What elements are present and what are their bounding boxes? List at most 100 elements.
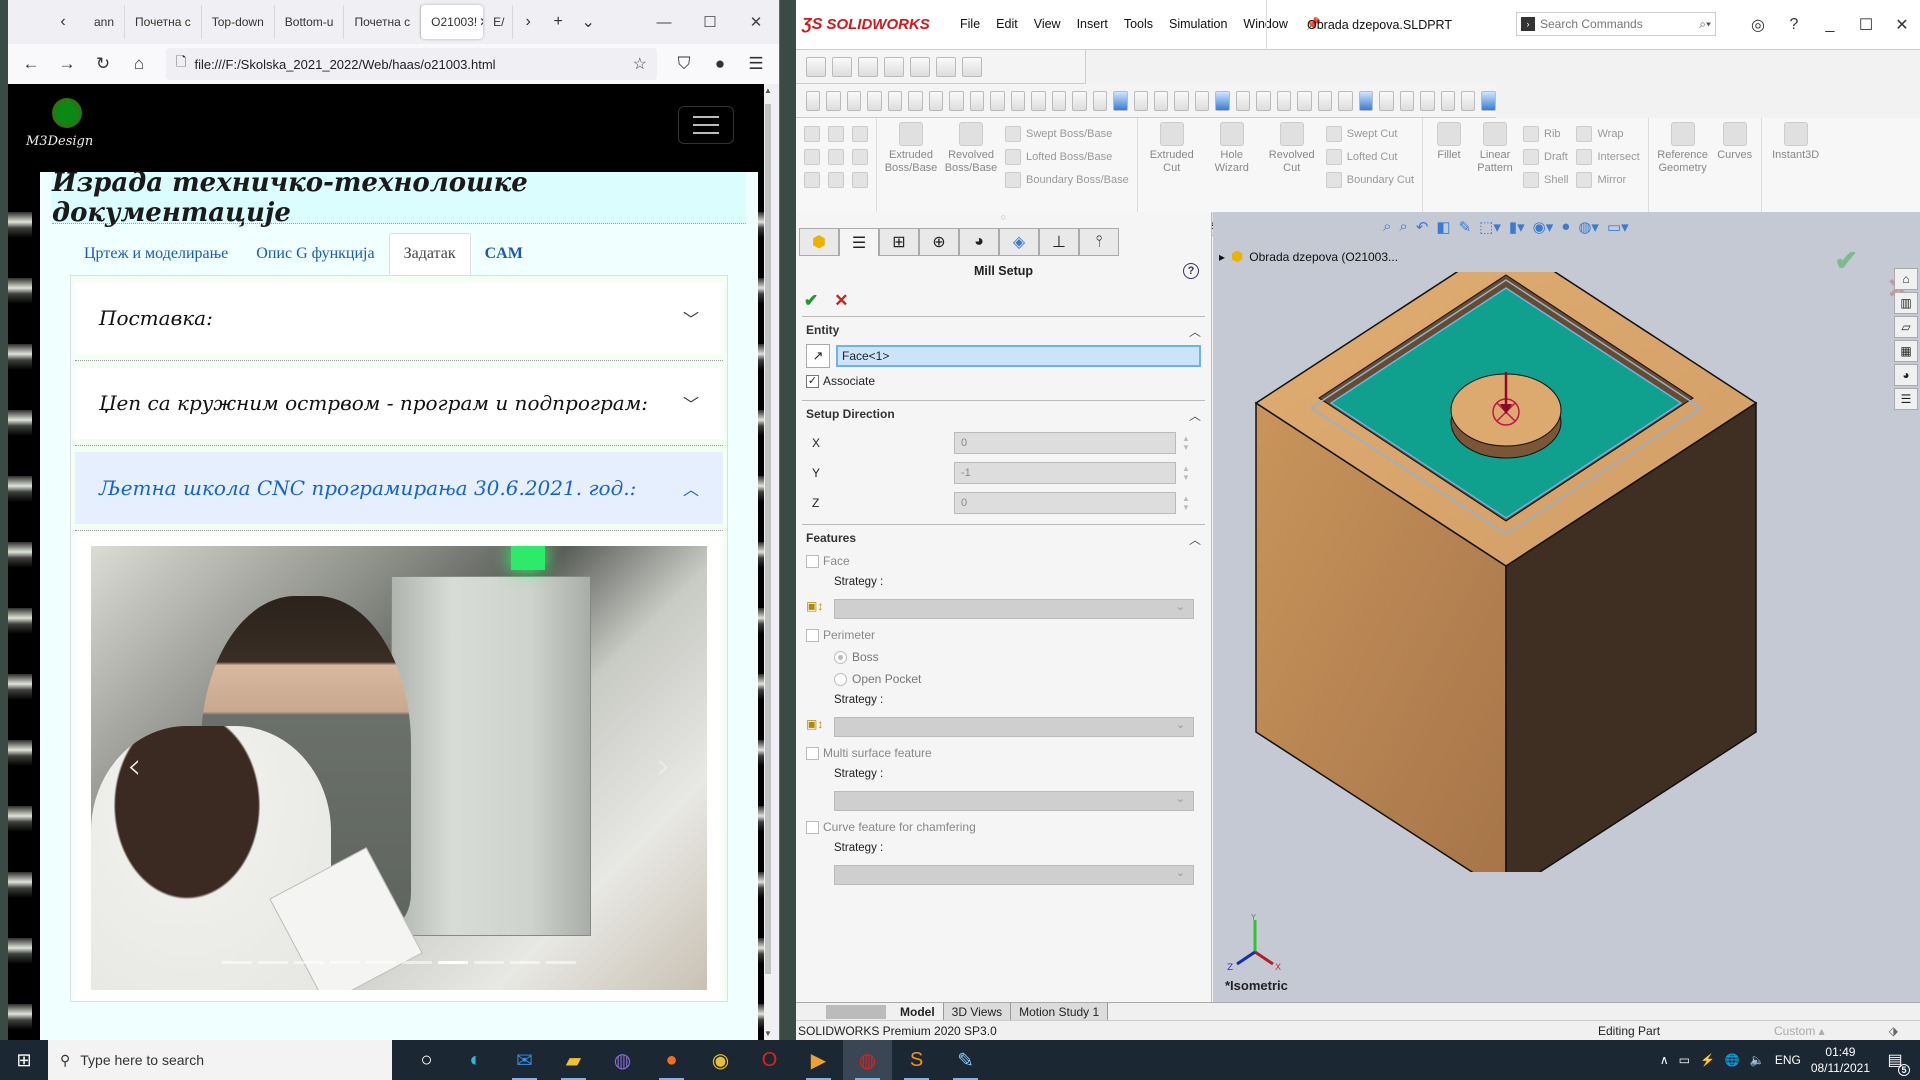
close-icon[interactable]: ✕ [733, 0, 779, 44]
minimize-icon[interactable]: — [641, 0, 687, 44]
menu-insert[interactable]: Insert [1069, 17, 1116, 32]
battery-icon[interactable]: ⚡ [1700, 1053, 1715, 1067]
tabs-scroll-right-icon[interactable]: › [513, 7, 543, 37]
scroll-down-icon[interactable]: ▼ [764, 1029, 772, 1038]
carousel-indicator[interactable] [402, 961, 432, 964]
list-tabs-icon[interactable]: ⌄ [573, 7, 603, 37]
home-icon[interactable]: ⌂ [124, 49, 154, 79]
carousel-prev-button[interactable]: ‹ [127, 746, 141, 787]
rebuild-icon[interactable] [828, 149, 844, 165]
curves-button[interactable]: Curves [1717, 122, 1753, 162]
revolved-boss-button[interactable]: Revolved Boss/Base [945, 122, 997, 175]
checkbox-checked[interactable]: ✓ [806, 374, 819, 388]
cam-toolbar-button-icon[interactable] [1235, 90, 1251, 111]
save-icon[interactable] [828, 126, 844, 142]
design-library-icon[interactable]: ▥ [1894, 292, 1918, 314]
fillet-button[interactable]: Fillet [1431, 122, 1467, 162]
perimeter-checkbox[interactable]: Perimeter [806, 628, 1201, 642]
hole-wizard-button[interactable]: Hole Wizard [1206, 122, 1258, 175]
carousel-next-button[interactable]: › [657, 746, 671, 787]
units-selector[interactable]: Custom ▴ [1774, 1024, 1825, 1038]
url-bar[interactable]: 🗋 file:///F:/Skolska_2021_2022/Web/haas/… [166, 48, 657, 80]
spinner-icon[interactable]: ▲ ▼ [1182, 434, 1190, 452]
draft-button[interactable]: Draft [1523, 149, 1568, 165]
user-icon[interactable]: ◎ [1740, 15, 1776, 35]
carousel-indicator[interactable] [546, 961, 576, 964]
tab-task[interactable]: Задатак [388, 233, 471, 275]
network-icon[interactable]: 🌐 [1725, 1053, 1740, 1067]
reload-icon[interactable]: ↻ [88, 49, 118, 79]
undo-icon[interactable] [962, 56, 982, 77]
radio-selected[interactable] [834, 650, 847, 664]
open-pocket-radio[interactable]: Open Pocket [806, 672, 1201, 686]
cam-toolbar-button-icon[interactable] [1133, 90, 1148, 111]
face-strategy-dropdown[interactable] [834, 599, 1194, 619]
extruded-cut-button[interactable]: Extruded Cut [1146, 122, 1198, 175]
close-icon[interactable]: ✕ [1884, 15, 1920, 35]
cam-toolbar-button-icon[interactable] [1256, 90, 1271, 111]
hide-show-icon[interactable]: ◉▾ [1533, 218, 1554, 236]
carousel-indicator[interactable] [330, 961, 360, 964]
browser-tab[interactable]: Bottom-u [275, 5, 345, 39]
back-icon[interactable]: ← [16, 49, 46, 79]
edge-icon[interactable]: ◐ [451, 1040, 500, 1080]
boss-radio[interactable]: Boss [806, 650, 1201, 664]
spinner-icon[interactable]: ▲ ▼ [1182, 464, 1190, 482]
entity-select-icon[interactable]: ↗ [806, 344, 830, 368]
opera-icon[interactable]: O [745, 1040, 794, 1080]
pocket-icon[interactable]: ⛉ [669, 49, 699, 79]
tab-model[interactable]: Model [892, 1002, 944, 1021]
cam-toolbar-button-icon[interactable] [1317, 90, 1333, 111]
entity-input[interactable]: Face<1> [836, 345, 1201, 367]
browser-tab[interactable]: Е/ [483, 5, 514, 39]
cam-toolbar-button-icon[interactable] [826, 90, 841, 111]
cancel-x-button[interactable]: ✕ [834, 291, 848, 311]
maximize-icon[interactable]: ☐ [1848, 15, 1884, 35]
cam-toolbar-button-icon[interactable] [1461, 90, 1476, 111]
intersect-button[interactable]: Intersect [1576, 149, 1640, 165]
carousel-indicator[interactable] [222, 961, 252, 964]
cam-toolbar-button-icon[interactable] [1051, 90, 1067, 111]
3d-model-pocket-block[interactable] [1253, 272, 1773, 872]
menu-simulation[interactable]: Simulation [1161, 17, 1235, 32]
sw-resources-icon[interactable]: ⌂ [1894, 268, 1918, 290]
view-palette-icon[interactable]: ▦ [1894, 340, 1918, 362]
tab-3d-views[interactable]: 3D Views [943, 1002, 1012, 1021]
new-document-icon[interactable] [832, 56, 852, 77]
checkbox[interactable] [806, 628, 819, 642]
solidworks-logo[interactable]: ƷS SOLIDWORKS [802, 16, 952, 34]
property-manager-tab-icon[interactable]: ☰ [839, 228, 879, 256]
dimxpert-tab-icon[interactable]: ⊕ [919, 228, 959, 256]
linear-pattern-button[interactable]: Linear Pattern [1475, 122, 1515, 175]
cam-toolbar-button-icon[interactable] [1420, 90, 1435, 111]
bookmark-star-icon[interactable]: ☆ [633, 54, 647, 74]
checkbox[interactable] [806, 746, 819, 760]
cam-toolbar-button-icon[interactable] [1092, 90, 1108, 111]
mail-icon[interactable]: ✉ [500, 1040, 549, 1080]
undo-icon[interactable] [852, 126, 868, 142]
maximize-icon[interactable]: ☐ [687, 0, 733, 44]
extensions-icon[interactable]: ● [705, 49, 735, 79]
cam-toolbar-button-icon[interactable] [1276, 90, 1292, 111]
graphics-viewport[interactable]: ⌕ ⌕ ↶ ◧ ✎ ⬚▾ ▮▾ ◉▾ ● ◍▾ ▭▾ ▸ ⬢ Obrada dz… [1213, 212, 1920, 1002]
cam-toolbar-button-icon[interactable] [1072, 90, 1087, 111]
curve-strategy-dropdown[interactable] [834, 865, 1194, 885]
feature-manager-tab-icon[interactable]: ⬢ [799, 228, 839, 256]
revolved-cut-button[interactable]: Revolved Cut [1266, 122, 1318, 175]
open-icon[interactable] [804, 172, 820, 188]
feature-tree-flyout[interactable]: ▸ ⬢ Obrada dzepova (O21003... [1219, 248, 1398, 265]
cam-toolbar-button-icon[interactable] [806, 90, 821, 111]
tab-scroll-arrows[interactable] [826, 1004, 886, 1019]
shell-button[interactable]: Shell [1523, 172, 1568, 188]
list-icon[interactable] [852, 172, 868, 188]
cam-toolbar-button-icon[interactable] [1481, 90, 1496, 111]
menu-icon[interactable]: ☰ [741, 49, 771, 79]
cam-feature-tree-icon[interactable]: ◈ [999, 228, 1039, 256]
help-icon[interactable]: ? [1183, 263, 1199, 279]
start-button[interactable]: ⊞ [0, 1040, 48, 1080]
zoom-to-area-icon[interactable]: ⌕ [1399, 218, 1407, 236]
spinner-icon[interactable]: ▲ ▼ [1182, 494, 1190, 512]
checkbox[interactable] [806, 820, 819, 834]
show-hidden-icons[interactable]: ∧ [1660, 1053, 1669, 1067]
rebuild-status-icon[interactable]: ⬗ [1889, 1024, 1898, 1038]
